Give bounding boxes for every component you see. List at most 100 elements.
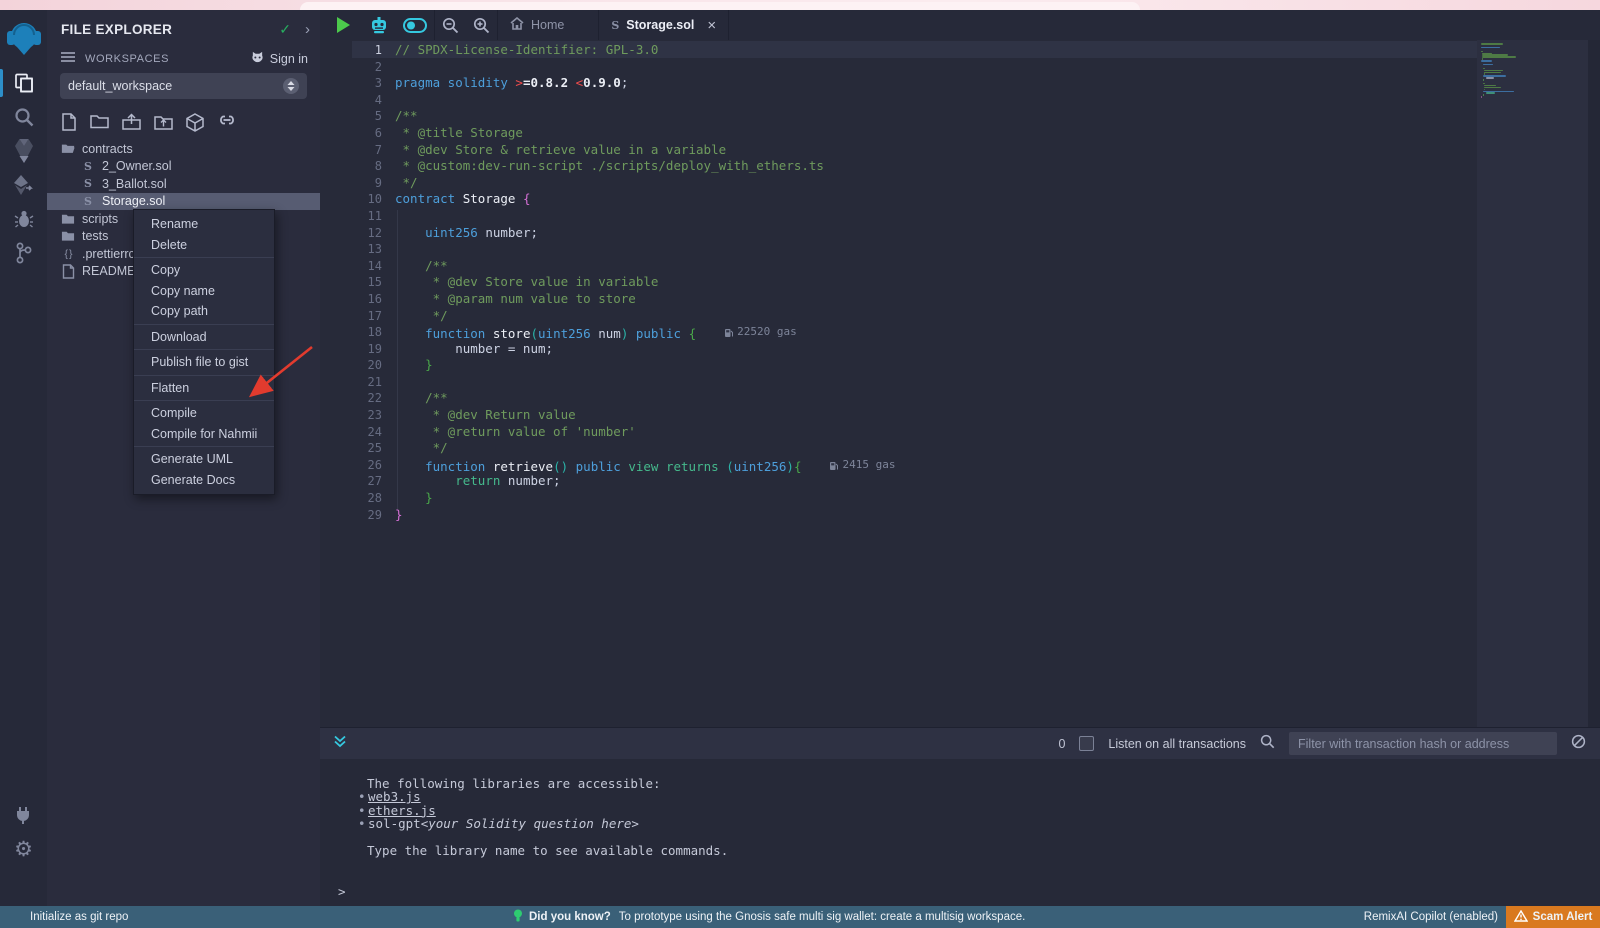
plugin-manager-icon[interactable] xyxy=(0,798,47,832)
workspaces-row: WORKSPACES Sign in xyxy=(61,50,308,68)
close-tab-icon[interactable]: × xyxy=(707,17,716,34)
terminal-search-icon[interactable] xyxy=(1260,734,1275,754)
remix-logo-icon[interactable] xyxy=(0,14,47,66)
code-editor[interactable]: 1234567891011121314151617181920212223242… xyxy=(320,40,1600,727)
context-menu-item-flatten[interactable]: Flatten xyxy=(134,378,274,399)
file-explorer-header: FILE EXPLORER ✓ › xyxy=(61,18,310,40)
scam-alert-label: Scam Alert xyxy=(1533,911,1593,923)
tree-item-contracts[interactable]: contracts xyxy=(47,140,320,158)
terminal-line xyxy=(320,831,728,844)
file-explorer-icon[interactable] xyxy=(0,66,47,100)
sol-icon: S xyxy=(81,160,95,173)
browser-top-strip xyxy=(0,0,1600,10)
transaction-filter-input[interactable] xyxy=(1289,732,1557,755)
doc-icon xyxy=(61,264,75,279)
braces-icon: { } xyxy=(61,248,75,260)
context-menu-item-compile-for-nahmii[interactable]: Compile for Nahmii xyxy=(134,424,274,445)
file-context-menu: RenameDelete CopyCopy nameCopy path Downlo… xyxy=(133,209,275,495)
github-icon xyxy=(250,51,265,67)
terminal-link-web3.js[interactable]: web3.js xyxy=(368,790,421,803)
new-file-icon[interactable] xyxy=(61,113,77,137)
workspace-name: default_workspace xyxy=(68,79,283,93)
main-area: Home S Storage.sol × 1234567891011121314… xyxy=(320,10,1600,906)
context-menu-item-compile[interactable]: Compile xyxy=(134,403,274,424)
browser-tab-hint xyxy=(300,2,1140,10)
link-remixd-icon[interactable] xyxy=(217,113,237,137)
context-menu-item-copy[interactable]: Copy xyxy=(134,260,274,281)
check-icon: ✓ xyxy=(279,21,291,38)
tab-home-label: Home xyxy=(531,18,564,32)
tip-text: To prototype using the Gnosis safe multi… xyxy=(619,911,1026,923)
listen-transactions-label: Listen on all transactions xyxy=(1108,737,1246,751)
solidity-compiler-icon[interactable] xyxy=(0,134,47,168)
publish-ipfs-icon[interactable] xyxy=(186,113,204,137)
context-menu-item-rename[interactable]: Rename xyxy=(134,214,274,235)
tab-storage-sol[interactable]: S Storage.sol × xyxy=(598,10,729,40)
folder-open-icon xyxy=(61,142,75,155)
terminal-link-ethers.js[interactable]: ethers.js xyxy=(368,804,436,817)
tree-item-storage-sol[interactable]: S Storage.sol xyxy=(47,193,320,211)
context-menu-item-copy-name[interactable]: Copy name xyxy=(134,281,274,302)
workspaces-label: WORKSPACES xyxy=(85,53,250,65)
terminal-prompt[interactable]: > xyxy=(338,885,346,898)
icon-rail: ⚙ xyxy=(0,10,48,906)
debugger-icon[interactable] xyxy=(0,202,47,236)
chevron-right-icon[interactable]: › xyxy=(305,21,310,38)
run-script-button[interactable] xyxy=(337,17,350,33)
home-icon xyxy=(510,17,524,33)
new-folder-icon[interactable] xyxy=(90,113,109,137)
terminal-line: •web3.js xyxy=(320,790,728,803)
upload-folder-icon[interactable] xyxy=(154,113,173,137)
copilot-toggle-on[interactable] xyxy=(403,18,427,33)
tree-item-label: scripts xyxy=(82,212,118,226)
sol-icon: S xyxy=(81,177,95,190)
tree-item-label: Storage.sol xyxy=(102,194,165,208)
copilot-status[interactable]: RemixAI Copilot (enabled) xyxy=(1364,906,1498,928)
scam-alert-button[interactable]: Scam Alert xyxy=(1506,906,1600,928)
folder-icon xyxy=(61,230,75,242)
sol-icon: S xyxy=(81,195,95,208)
upload-file-icon[interactable] xyxy=(122,113,141,137)
git-init-button[interactable]: Initialize as git repo xyxy=(30,906,128,928)
code-content: // SPDX-License-Identifier: GPL-3.0pragm… xyxy=(395,42,1477,523)
settings-icon[interactable]: ⚙ xyxy=(0,832,47,866)
terminal-line: Type the library name to see available c… xyxy=(320,844,728,857)
terminal-line: The following libraries are accessible: xyxy=(320,777,728,790)
line-number-gutter: 1234567891011121314151617181920212223242… xyxy=(320,42,382,523)
search-icon[interactable] xyxy=(0,100,47,134)
context-menu-item-copy-path[interactable]: Copy path xyxy=(134,301,274,322)
hamburger-menu-icon[interactable] xyxy=(61,50,75,68)
tab-storage-label: Storage.sol xyxy=(626,18,694,32)
context-menu-item-generate-docs[interactable]: Generate Docs xyxy=(134,470,274,491)
workspace-updown-icon xyxy=(283,78,299,94)
context-menu-item-download[interactable]: Download xyxy=(134,327,274,348)
deploy-run-icon[interactable] xyxy=(0,168,47,202)
zoom-in-icon[interactable] xyxy=(473,17,490,34)
panel-title: FILE EXPLORER xyxy=(61,22,279,37)
ai-copilot-robot-icon[interactable] xyxy=(369,16,389,34)
editor-toolbar: Home S Storage.sol × xyxy=(320,10,1600,41)
terminal-output[interactable]: The following libraries are accessible:•… xyxy=(320,759,1600,906)
context-menu-item-delete[interactable]: Delete xyxy=(134,235,274,256)
lightbulb-icon xyxy=(513,909,523,926)
terminal-expand-icon[interactable] xyxy=(334,735,346,753)
tree-item-label: 2_Owner.sol xyxy=(102,159,171,173)
status-bar: Initialize as git repo Did you know? To … xyxy=(0,906,1600,928)
tab-home[interactable]: Home xyxy=(498,10,576,40)
zoom-out-icon[interactable] xyxy=(442,17,459,34)
workspace-select[interactable]: default_workspace xyxy=(60,73,307,99)
context-menu-item-publish-file-to-gist[interactable]: Publish file to gist xyxy=(134,352,274,373)
editor-minimap[interactable] xyxy=(1477,40,1588,727)
file-explorer-panel: FILE EXPLORER ✓ › WORKSPACES Sign in def… xyxy=(47,10,321,906)
listen-transactions-checkbox[interactable] xyxy=(1079,736,1094,751)
terminal-line: •sol-gpt <your Solidity question here> xyxy=(320,817,728,830)
clear-console-icon[interactable] xyxy=(1571,734,1586,754)
transaction-count: 0 xyxy=(1058,737,1065,751)
tree-item-3-ballot-sol[interactable]: S3_Ballot.sol xyxy=(47,175,320,193)
editor-scroll-strip[interactable] xyxy=(1588,40,1600,727)
tree-item-2-owner-sol[interactable]: S 2_Owner.sol xyxy=(47,158,320,176)
tree-item-label: contracts xyxy=(82,142,133,156)
sign-in-button[interactable]: Sign in xyxy=(250,51,308,67)
git-icon[interactable] xyxy=(0,236,47,270)
context-menu-item-generate-uml[interactable]: Generate UML xyxy=(134,449,274,470)
